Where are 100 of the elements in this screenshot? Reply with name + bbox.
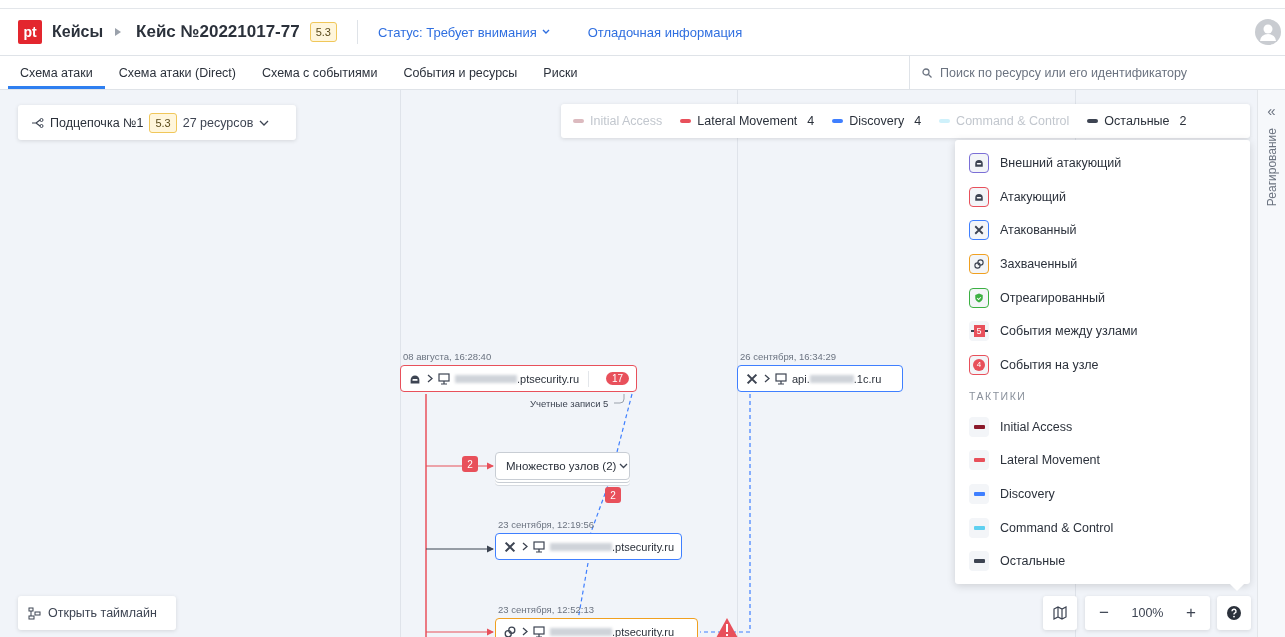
- zoom-in-button[interactable]: +: [1182, 603, 1200, 623]
- tab[interactable]: Схема атаки (Direct): [106, 56, 248, 89]
- tactic-swatch: [1087, 119, 1099, 123]
- host-name: .ptsecurity.ru: [612, 540, 675, 553]
- legend-label: Command & Control: [1000, 520, 1114, 535]
- tactic-count: 2: [1179, 114, 1187, 128]
- chevron-down-icon: [619, 463, 629, 469]
- tactic-label: Lateral Movement: [697, 114, 798, 128]
- legend-label: Initial Access: [1000, 419, 1073, 434]
- legend-label: События на узле: [1000, 357, 1099, 372]
- zoom-level: 100%: [1131, 606, 1164, 620]
- monitor-icon: [775, 372, 787, 385]
- case-title: Кейс №20221017-77: [136, 22, 300, 42]
- search-icon: [922, 67, 932, 78]
- tactic-swatch: [573, 119, 584, 123]
- node-card[interactable]: .ptsecurity.ru: [495, 618, 698, 637]
- tab[interactable]: Риски: [531, 56, 590, 89]
- tactic-label: Initial Access: [590, 114, 663, 128]
- node-card[interactable]: .ptsecurity.ru: [495, 533, 683, 560]
- map-button[interactable]: [1043, 596, 1077, 630]
- crossed-swords-icon: [503, 539, 517, 554]
- timestamp: 26 сентября, 16:34:29: [739, 351, 837, 362]
- chevron-down-icon: [541, 29, 550, 35]
- leader-line: [613, 393, 625, 404]
- host-name: .ptsecurity.ru: [517, 372, 580, 385]
- tab[interactable]: Схема с событиями: [250, 56, 390, 89]
- side-panel-tab[interactable]: Реагирование: [1264, 128, 1279, 207]
- event-count-badge: 5: [973, 325, 985, 338]
- edge-label: Учетные записи 5: [530, 398, 609, 409]
- edge-arrow: [425, 628, 495, 636]
- help-button[interactable]: [1217, 596, 1251, 630]
- chain-link-icon: [503, 624, 517, 637]
- tactic-label: Остальные: [1104, 114, 1170, 128]
- chevron-right-icon: [115, 28, 122, 36]
- legend-label: Discovery: [1000, 487, 1055, 502]
- timeline-button[interactable]: Открыть таймлайн: [18, 596, 176, 630]
- chevron-right-icon: [427, 374, 433, 383]
- redacted-text-mark: [550, 627, 612, 636]
- tactic-count: 4: [807, 114, 815, 128]
- tactic-filter[interactable]: Остальные 2: [1087, 114, 1187, 128]
- chevron-right-icon: [764, 374, 770, 383]
- legend-label: Остальные: [1000, 554, 1066, 569]
- logo[interactable]: pt: [18, 20, 42, 44]
- legend-label: Lateral Movement: [1000, 453, 1101, 468]
- event-count-badge: 17: [605, 372, 629, 385]
- redacted-text-mark: [550, 542, 612, 551]
- crossed-swords-icon: [745, 371, 759, 386]
- timestamp: 23 сентября, 12:52:13: [497, 604, 595, 615]
- tactic-swatch: [832, 119, 844, 123]
- legend-label: Атакованный: [1000, 223, 1077, 238]
- legend-label: Внешний атакующий: [1000, 155, 1122, 170]
- status-dropdown[interactable]: Статус: Требует внимания: [378, 24, 550, 40]
- timeline-icon: [28, 606, 41, 620]
- tactic-swatch: [680, 119, 692, 123]
- monitor-icon: [533, 540, 545, 553]
- chevron-right-icon: [522, 627, 528, 636]
- node-label: Множество узлов (2): [506, 460, 617, 472]
- legend-label: Атакующий: [1000, 189, 1067, 204]
- breadcrumb-link[interactable]: Кейсы: [52, 23, 104, 41]
- chevron-down-icon: [259, 119, 270, 126]
- event-count-badge: 2: [462, 456, 478, 472]
- redacted-text-mark: [455, 374, 517, 383]
- node-card[interactable]: api. .1c.ru: [737, 365, 903, 392]
- monitor-icon: [533, 625, 545, 637]
- section-heading: ТАКТИКИ: [969, 388, 1028, 404]
- map-icon: [1053, 606, 1067, 620]
- event-count-badge: 2: [605, 487, 621, 503]
- avatar-icon: [1255, 19, 1281, 45]
- host-name: api.: [792, 372, 810, 385]
- tab[interactable]: События и ресурсы: [391, 56, 530, 89]
- chain-selector[interactable]: Подцепочка №1 5.3 27 ресурсов: [18, 105, 296, 140]
- event-count-badge: 4: [973, 358, 985, 371]
- timestamp: 08 августа, 16:28:40: [402, 351, 493, 362]
- help-icon: [1227, 606, 1241, 620]
- collapse-button[interactable]: «: [1267, 104, 1276, 118]
- host-name: .ptsecurity.ru: [612, 625, 675, 637]
- edge-arrow: [425, 462, 495, 470]
- tactic-swatch: [939, 119, 951, 123]
- legend-label: Захваченный: [1000, 256, 1078, 271]
- branch-icon: [32, 117, 44, 128]
- resource-count: 27 ресурсов: [182, 115, 254, 130]
- tactic-label: Discovery: [849, 114, 905, 128]
- chevron-right-icon: [522, 542, 528, 551]
- warning-icon: [715, 617, 739, 637]
- node-card[interactable]: .ptsecurity.ru 17: [400, 365, 637, 392]
- redacted-text-mark: [809, 374, 854, 383]
- monitor-icon: [438, 372, 450, 385]
- legend-label: Отреагированный: [1000, 290, 1105, 305]
- tactic-filter[interactable]: Lateral Movement 4: [680, 114, 815, 128]
- search-field[interactable]: Поиск по ресурсу или его идентификатору: [940, 65, 1258, 80]
- edge-arrow: [425, 545, 495, 553]
- tactic-count: 4: [914, 114, 922, 128]
- zoom-out-button[interactable]: −: [1095, 603, 1113, 623]
- timestamp: 23 сентября, 12:19:56: [497, 519, 595, 530]
- legend-label: События между узлами: [1000, 324, 1138, 339]
- score-badge: 5.3: [149, 112, 177, 133]
- chain-title: Подцепочка №1: [50, 115, 144, 130]
- debug-link[interactable]: Отладочная информация: [587, 24, 743, 40]
- tactic-filter[interactable]: Discovery 4: [832, 114, 922, 128]
- host-name: .1c.ru: [853, 372, 882, 385]
